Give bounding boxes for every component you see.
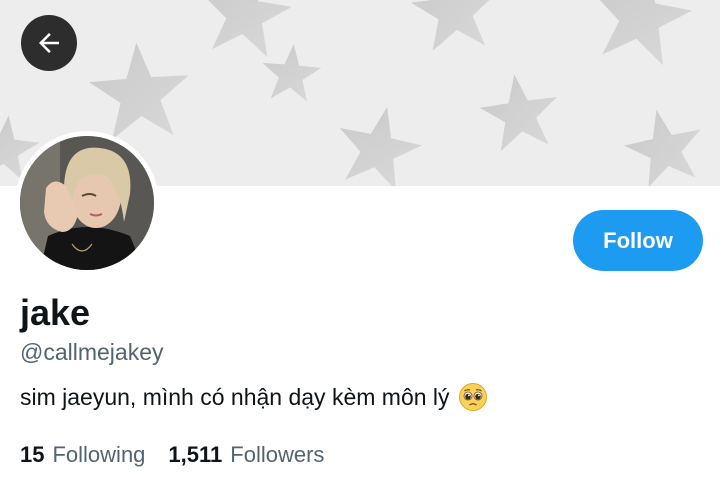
back-button[interactable] xyxy=(21,15,77,71)
followers-link[interactable]: 1,511 Followers xyxy=(168,440,324,470)
following-link[interactable]: 15 Following xyxy=(20,440,145,470)
user-handle: @callmejakey xyxy=(20,339,164,365)
avatar-frame xyxy=(15,131,159,275)
avatar[interactable] xyxy=(20,136,154,270)
avatar-photo xyxy=(20,136,154,270)
bio-text: sim jaeyun, mình có nhận dạy kèm môn lý xyxy=(20,384,450,410)
followers-count: 1,511 xyxy=(168,442,223,467)
following-label: Following xyxy=(52,442,146,467)
following-count: 15 xyxy=(20,442,45,467)
followers-label: Followers xyxy=(230,442,325,467)
arrow-left-icon xyxy=(39,33,59,53)
profile-stats: 15 Following 1,511 Followers xyxy=(20,440,324,470)
pleading-face-emoji xyxy=(458,382,488,412)
follow-button[interactable]: Follow xyxy=(573,210,703,271)
bio: sim jaeyun, mình có nhận dạy kèm môn lý xyxy=(20,381,488,413)
display-name: jake xyxy=(20,292,91,333)
